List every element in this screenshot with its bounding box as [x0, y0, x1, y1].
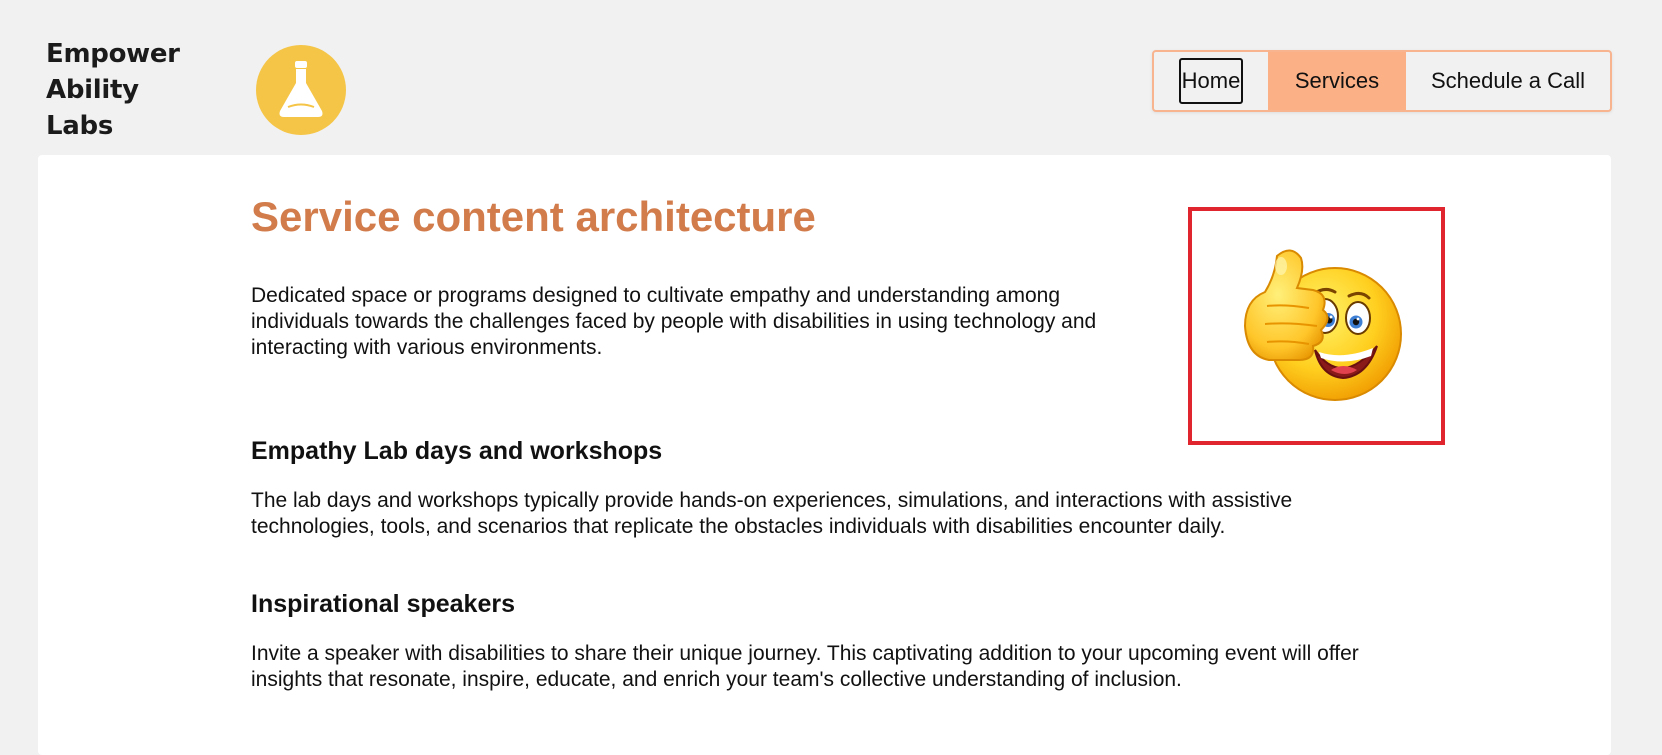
- brand-name: Empower Ability Labs: [46, 36, 256, 144]
- main-nav: Home Services Schedule a Call: [1152, 50, 1612, 112]
- thumbs-up-smiley-icon: [1243, 249, 1402, 401]
- nav-item-schedule-call[interactable]: Schedule a Call: [1406, 52, 1610, 110]
- section-heading-empathy-lab: Empathy Lab days and workshops: [251, 437, 663, 465]
- logo: [256, 45, 346, 135]
- brand-name-line2: Labs: [46, 111, 113, 141]
- brand-name-line1: Empower Ability: [46, 39, 180, 105]
- content-card: Service content architecture Dedicated s…: [38, 155, 1611, 755]
- nav-item-home[interactable]: Home: [1154, 52, 1268, 110]
- brand[interactable]: Empower Ability Labs: [46, 36, 346, 144]
- section-body-speakers: Invite a speaker with disabilities to sh…: [251, 642, 1359, 691]
- intro-paragraph: Dedicated space or programs designed to …: [251, 284, 1097, 359]
- section-heading-speakers: Inspirational speakers: [251, 590, 516, 618]
- page-title: Service content architecture: [251, 193, 816, 240]
- flask-icon: [279, 61, 323, 117]
- nav-home-label: Home: [1178, 58, 1244, 104]
- section-body-empathy-lab: The lab days and workshops typically pro…: [251, 489, 1293, 538]
- nav-item-services[interactable]: Services: [1268, 52, 1406, 110]
- emoji-image: [1188, 207, 1445, 445]
- nav-schedule-call-label: Schedule a Call: [1430, 68, 1586, 93]
- nav-services-label: Services: [1294, 68, 1380, 93]
